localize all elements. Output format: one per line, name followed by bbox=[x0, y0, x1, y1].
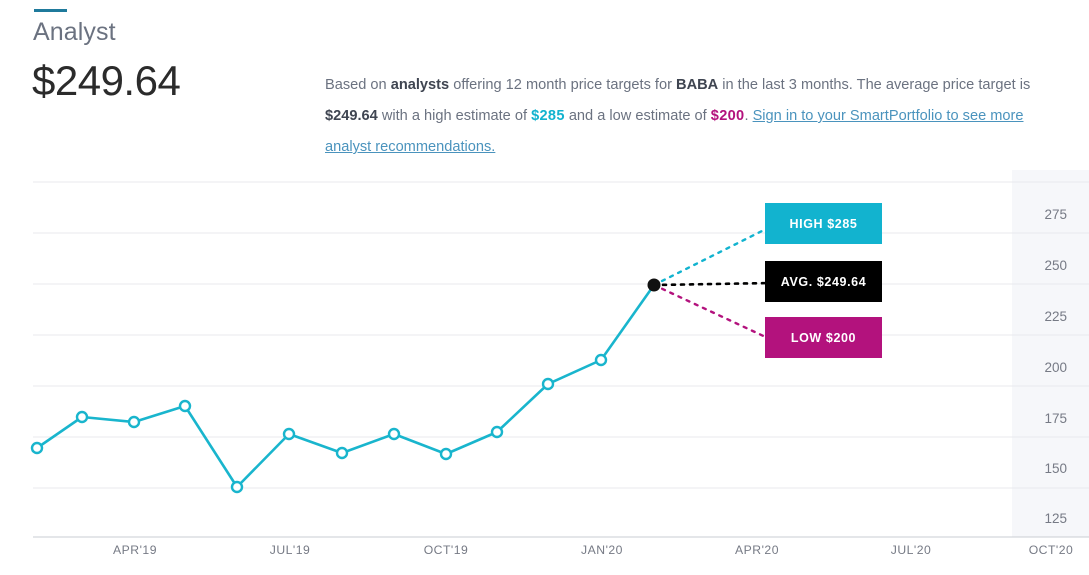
desc-part-3: in the last 3 months. The average price … bbox=[718, 77, 1031, 93]
desc-part-2: offering 12 month price targets for bbox=[449, 77, 677, 93]
y-axis-label-125: 125 bbox=[1044, 511, 1067, 526]
chart-gridlines bbox=[33, 181, 1089, 538]
y-axis-label-150: 150 bbox=[1044, 461, 1067, 476]
x-axis-label-apr19: APR'19 bbox=[113, 543, 157, 557]
data-point bbox=[30, 441, 44, 455]
desc-part-4: with a high estimate of bbox=[377, 108, 532, 124]
data-point bbox=[127, 415, 141, 429]
y-axis-shaded-column bbox=[1012, 170, 1089, 537]
badge-average-target[interactable]: AVG. $249.64 bbox=[765, 261, 882, 302]
data-point bbox=[230, 480, 244, 494]
desc-part-6: . bbox=[744, 108, 753, 124]
projection-line-low bbox=[652, 283, 774, 342]
page-title: Analyst bbox=[33, 18, 116, 46]
desc-low-estimate: $200 bbox=[710, 108, 745, 124]
y-axis-label-175: 175 bbox=[1044, 411, 1067, 426]
accent-bar bbox=[34, 9, 67, 12]
y-axis-label-200: 200 bbox=[1044, 360, 1067, 375]
data-point bbox=[282, 427, 296, 441]
x-axis-label-oct19: OCT'19 bbox=[423, 543, 469, 557]
badge-low-target[interactable]: LOW $200 bbox=[765, 317, 882, 358]
y-axis-label-225: 225 bbox=[1044, 309, 1067, 324]
x-axis-label-oct20: OCT'20 bbox=[1028, 543, 1074, 557]
data-point bbox=[594, 353, 608, 367]
projection-lines bbox=[652, 224, 774, 342]
data-point bbox=[335, 446, 349, 460]
desc-part-1: Based on bbox=[325, 77, 391, 93]
projection-line-high bbox=[652, 224, 774, 287]
desc-analysts-bold: analysts bbox=[390, 77, 450, 93]
desc-average-bold: $249.64 bbox=[325, 108, 378, 124]
data-point bbox=[439, 447, 453, 461]
price-history-line bbox=[31, 283, 656, 489]
y-axis-label-250: 250 bbox=[1044, 258, 1067, 273]
badge-high-target[interactable]: HIGH $285 bbox=[765, 203, 882, 244]
x-axis-label-jul20: JUL'20 bbox=[890, 543, 932, 557]
desc-part-5: and a low estimate of bbox=[564, 108, 711, 124]
x-axis-label-jul19: JUL'19 bbox=[269, 543, 311, 557]
x-axis-label-jan20: JAN'20 bbox=[581, 543, 623, 557]
y-axis-label-275: 275 bbox=[1044, 207, 1067, 222]
data-point bbox=[75, 410, 89, 424]
average-target-point bbox=[647, 278, 661, 292]
data-point bbox=[178, 399, 192, 413]
projection-line-avg bbox=[652, 281, 774, 287]
analyst-description: Based on analysts offering 12 month pric… bbox=[325, 70, 1055, 163]
data-point bbox=[541, 377, 555, 391]
desc-high-estimate: $285 bbox=[531, 108, 565, 124]
x-axis-label-apr20: APR'20 bbox=[735, 543, 779, 557]
price-history-markers bbox=[30, 278, 661, 494]
desc-ticker-bold: BABA bbox=[676, 77, 719, 93]
average-price-target-value: $249.64 bbox=[32, 57, 181, 104]
data-point bbox=[490, 425, 504, 439]
data-point bbox=[387, 427, 401, 441]
